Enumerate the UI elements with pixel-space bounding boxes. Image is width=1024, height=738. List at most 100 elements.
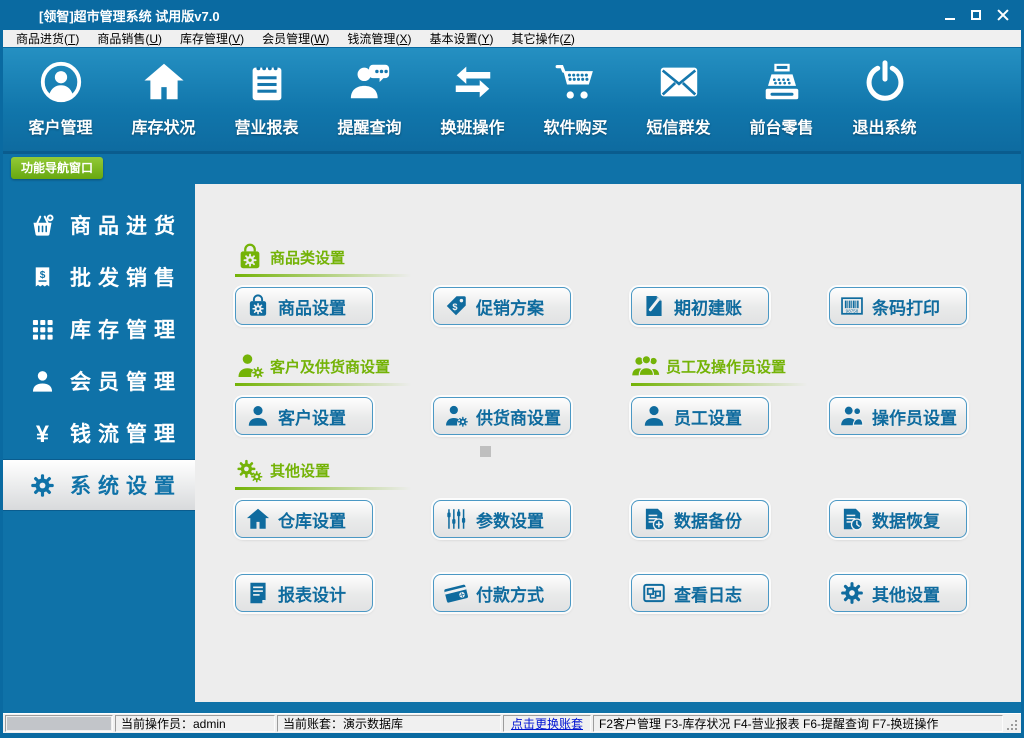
resize-grip-icon[interactable]: [1005, 715, 1019, 732]
feature-button-report-design[interactable]: 报表设计: [235, 574, 373, 612]
person-icon: [29, 368, 56, 395]
toolbar-item-label: 提醒查询: [337, 114, 401, 138]
section-underline: [235, 383, 431, 386]
feature-button-goods-settings[interactable]: 商品设置: [235, 287, 373, 325]
switch-account-link[interactable]: 点击更换账套: [511, 715, 583, 732]
nav-panel-tab: 功能导航窗口: [11, 157, 103, 179]
person-icon: [641, 403, 667, 429]
section-underline: [631, 383, 827, 386]
feature-button-promotion-plan[interactable]: $促销方案: [433, 287, 571, 325]
toolbar-item-label: 前台零售: [749, 114, 813, 138]
toolbar-item-label: 退出系统: [852, 114, 916, 138]
section-title: 其他设置: [270, 460, 330, 481]
toolbar-item-pos-retail[interactable]: 前台零售: [730, 59, 833, 138]
toolbar-item-shift-change[interactable]: 换班操作: [421, 59, 524, 138]
feature-button-parameter-settings[interactable]: 参数设置: [433, 500, 571, 538]
svg-text:98758: 98758: [846, 308, 859, 313]
sidebar-item-member-management[interactable]: 会员管理: [3, 355, 195, 407]
sidebar-item-label: 批发销售: [70, 262, 182, 292]
feature-button-data-restore[interactable]: 数据恢复: [829, 500, 967, 538]
barcode-icon: 98758: [839, 293, 865, 319]
toolbar-item-label: 软件购买: [543, 114, 607, 138]
feature-button-warehouse-settings[interactable]: 仓库设置: [235, 500, 373, 538]
splitter-grip: [480, 446, 491, 457]
section-title: 客户及供货商设置: [270, 356, 390, 377]
menu-item-label: 商品销售: [97, 32, 145, 46]
feature-button-label: 供货商设置: [476, 404, 561, 429]
sliders-icon: [443, 506, 469, 532]
feature-button-label: 期初建账: [674, 294, 742, 319]
window-title: [领智]超市管理系统 试用版v7.0: [39, 6, 220, 25]
section-header-other-settings-section: 其他设置: [235, 455, 571, 490]
toolbar-item-reminder-query[interactable]: 提醒查询: [318, 59, 421, 138]
sidebar-nav: 商品进货 $批发销售库存管理会员管理 ¥钱流管理系统设置: [3, 199, 195, 511]
menu-item-label: 商品进货: [16, 32, 64, 46]
sidebar-item-inventory-management[interactable]: 库存管理: [3, 303, 195, 355]
menu-item-goods-sales[interactable]: 商品销售(U): [88, 30, 171, 47]
menu-item-label: 基本设置: [429, 32, 477, 46]
window-controls: [945, 9, 1009, 21]
toolbar-item-label: 短信群发: [646, 114, 710, 138]
feature-button-label: 数据备份: [674, 507, 742, 532]
toolbar-item-customer-management[interactable]: 客户管理: [9, 59, 112, 138]
feature-button-other-settings[interactable]: 其他设置: [829, 574, 967, 612]
feature-button-row: 商品设置 $促销方案 期初建账 98758 条码打印: [235, 287, 1021, 325]
sidebar-item-label: 钱流管理: [70, 418, 182, 448]
section-header-row: 客户及供货商设置员工及操作员设置: [235, 351, 1021, 386]
menu-item-cash-flow-management[interactable]: 钱流管理(X): [338, 30, 420, 47]
gear-icon: [839, 580, 865, 606]
status-hotkeys: F2客户管理 F3-库存状况 F4-营业报表 F6-提醒查询 F7-换班操作: [593, 715, 1003, 732]
doc-restore-icon: [839, 506, 865, 532]
title-bar: [领智]超市管理系统 试用版v7.0: [3, 0, 1021, 30]
toolbar-item-sms-broadcast[interactable]: 短信群发: [627, 59, 730, 138]
menu-item-hotkey: Y: [481, 32, 489, 46]
menu-item-member-management[interactable]: 会员管理(W): [253, 30, 338, 47]
menu-item-inventory-management[interactable]: 库存管理(V): [171, 30, 253, 47]
toolbar-item-label: 库存状况: [131, 114, 195, 138]
log-window-icon: [641, 580, 667, 606]
report-icon: [245, 580, 271, 606]
sidebar-item-goods-purchase[interactable]: 商品进货: [3, 199, 195, 251]
close-icon[interactable]: [997, 9, 1009, 21]
sidebar-item-wholesale-sales[interactable]: $批发销售: [3, 251, 195, 303]
workspace: 功能导航窗口 商品进货$批发销售库存管理会员管理¥钱流管理系统设置 商品类设置商…: [3, 154, 1021, 713]
menu-bar: 商品进货(T)商品销售(U)库存管理(V)会员管理(W)钱流管理(X)基本设置(…: [3, 30, 1021, 48]
maximize-icon[interactable]: [971, 10, 981, 20]
feature-button-data-backup[interactable]: 数据备份: [631, 500, 769, 538]
menu-item-basic-settings[interactable]: 基本设置(Y): [420, 30, 502, 47]
minimize-icon[interactable]: [945, 10, 955, 20]
toolbar-item-software-purchase[interactable]: 软件购买: [524, 59, 627, 138]
swap-arrows-icon: [450, 59, 496, 105]
menu-item-hotkey: V: [232, 32, 240, 46]
sidebar-item-cash-flow-management[interactable]: ¥钱流管理: [3, 407, 195, 459]
doc-plus-icon: [641, 506, 667, 532]
feature-button-barcode-print[interactable]: 98758 条码打印: [829, 287, 967, 325]
feature-button-employee-settings[interactable]: 员工设置: [631, 397, 769, 435]
gears-icon: [235, 455, 265, 485]
feature-button-payment-method[interactable]: 付款方式: [433, 574, 571, 612]
sidebar-item-label: 商品进货: [70, 210, 182, 240]
people-group-icon: [631, 351, 661, 381]
menu-item-goods-purchase[interactable]: 商品进货(T): [7, 30, 88, 47]
cart-icon: [553, 59, 599, 105]
section-header-row: 商品类设置: [235, 242, 1021, 277]
person-icon: [245, 403, 271, 429]
toolbar-item-exit-system[interactable]: 退出系统: [833, 59, 936, 138]
feature-button-initial-accounts[interactable]: 期初建账: [631, 287, 769, 325]
sidebar-item-system-settings[interactable]: 系统设置: [3, 459, 195, 511]
person-circle-icon: [38, 59, 84, 105]
sidebar-item-label: 会员管理: [70, 366, 182, 396]
feature-button-label: 参数设置: [476, 507, 544, 532]
envelope-icon: [656, 59, 702, 105]
toolbar-item-business-report[interactable]: 营业报表: [215, 59, 318, 138]
feature-button-customer-settings[interactable]: 客户设置: [235, 397, 373, 435]
feature-button-label: 促销方案: [476, 294, 544, 319]
feature-button-view-log[interactable]: 查看日志: [631, 574, 769, 612]
menu-item-other-operations[interactable]: 其它操作(Z): [502, 30, 583, 47]
feature-button-label: 条码打印: [872, 294, 940, 319]
feature-button-operator-settings[interactable]: 操作员设置: [829, 397, 967, 435]
menu-item-label: 库存管理: [180, 32, 228, 46]
feature-button-supplier-settings[interactable]: 供货商设置: [433, 397, 571, 435]
section-title: 商品类设置: [270, 247, 345, 268]
toolbar-item-inventory-status[interactable]: 库存状况: [112, 59, 215, 138]
